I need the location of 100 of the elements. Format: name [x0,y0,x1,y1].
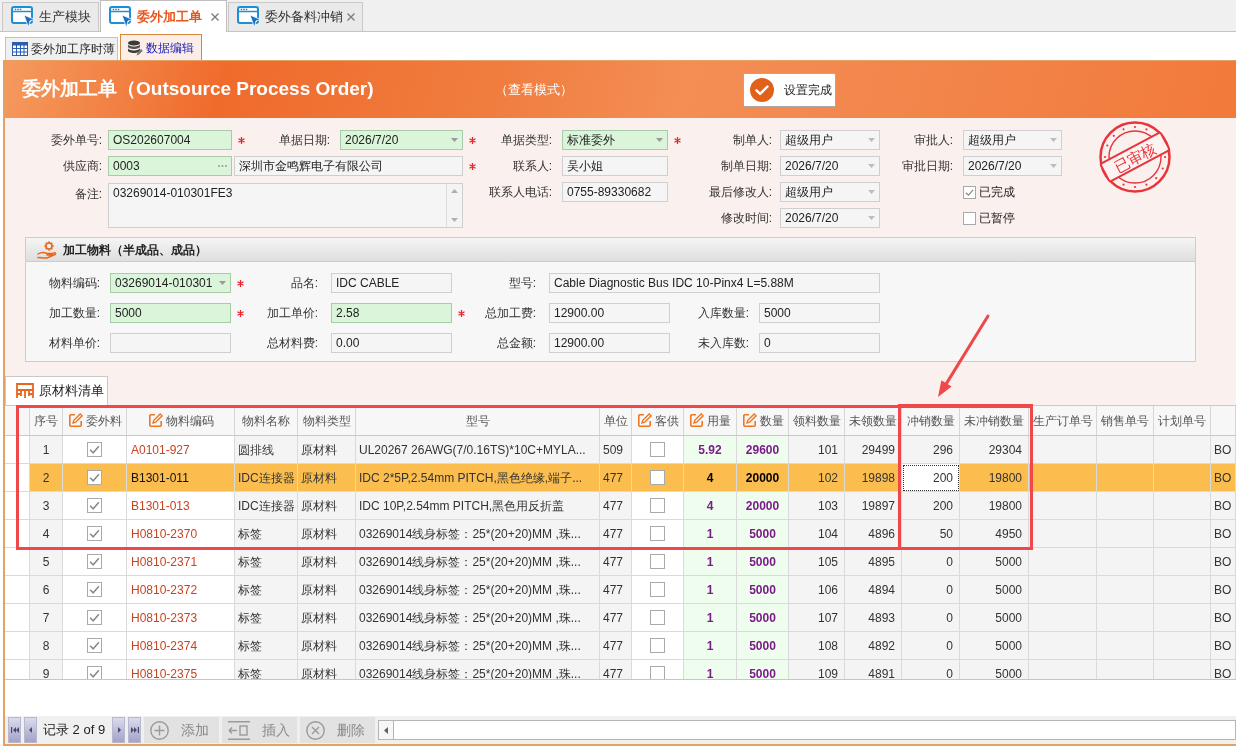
lookup-field[interactable]: 0003 [108,156,232,176]
column-header[interactable]: 物料名称 [235,406,298,435]
column-header[interactable]: 委外料 [63,406,127,435]
dropdown-field[interactable]: 03269014-010301 [110,273,231,293]
column-header[interactable]: 物料编码 [127,406,235,435]
dropdown-field[interactable]: 2026/7/20 [340,130,463,150]
column-header[interactable]: 序号 [30,406,63,435]
horizontal-scrollbar[interactable] [378,720,1236,740]
column-header[interactable]: 物料类型 [298,406,356,435]
text-field[interactable]: 吴小姐 [562,156,668,176]
table-cell: 8 [30,632,63,660]
text-field[interactable]: 12900.00 [549,333,670,353]
checkbox[interactable] [87,498,102,513]
column-header[interactable]: 销售单号 [1097,406,1154,435]
table-row[interactable]: 6 H0810-2372 标签 原材料 03269014线身标签：25*(20+20)MM ,珠... 477 1 5000 106 4894 0 5000 BO [5,576,1236,604]
dropdown-field[interactable]: 超级用户 [780,182,880,202]
text-field[interactable]: 2.58 [331,303,452,323]
table-cell: 296 [902,436,960,464]
table-row[interactable]: 4 H0810-2370 标签 原材料 03269014线身标签：25*(20+20)MM ,珠... 477 1 5000 104 4896 50 4950 BO [5,520,1236,548]
page-title: 委外加工单（Outsource Process Order) [21,77,375,102]
next-button[interactable] [112,717,125,743]
table-row[interactable]: 2 B1301-011 IDC连接器 原材料 IDC 2*5P,2.54mm PITCH,黑色绝缘,端子... 477 4 20000 102 19898 200 19800 BO [5,464,1236,492]
table-cell: 03269014线身标签：25*(20+20)MM ,珠... [356,520,600,548]
close-icon[interactable] [347,13,355,21]
text-field[interactable]: IDC CABLE [331,273,452,293]
tab[interactable]: 委外加工单 [100,0,227,32]
checkbox[interactable] [650,666,665,679]
table-row[interactable]: 3 B1301-013 IDC连接器 原材料 IDC 10P,2.54mm PITCH,黑色用反折盖 477 4 20000 103 19897 200 19800 BO [5,492,1236,520]
checkbox[interactable] [87,554,102,569]
text-field[interactable]: 5000 [759,303,880,323]
checkbox[interactable] [963,185,976,199]
dropdown-field[interactable]: 2026/7/20 [963,156,1062,176]
table-row[interactable]: 5 H0810-2371 标签 原材料 03269014线身标签：25*(20+20)MM ,珠... 477 1 5000 105 4895 0 5000 BO [5,548,1236,576]
table-cell: 标签 [235,548,298,576]
first-button[interactable] [8,717,21,743]
checkbox[interactable] [87,638,102,653]
text-field[interactable]: Cable Diagnostic Bus IDC 10-Pinx4 L=5.88M [549,273,880,293]
checkbox[interactable] [650,470,665,485]
checkbox[interactable] [650,638,665,653]
complete-button[interactable]: 设置完成 [743,72,836,107]
column-header[interactable]: 未冲销数量 [960,406,1029,435]
edit-icon [67,413,83,428]
checkbox[interactable] [963,211,976,225]
field-label: 材料单价: [47,335,100,352]
text-field[interactable]: 深圳市金鸣辉电子有限公司 [234,156,463,176]
column-header[interactable]: 计划单号 [1154,406,1211,435]
text-field[interactable] [110,333,231,353]
text-field[interactable]: OS202607004 [108,130,232,150]
close-icon[interactable] [211,12,219,21]
checkbox[interactable] [650,442,665,457]
column-header[interactable]: 冲销数量 [902,406,960,435]
dropdown-field[interactable]: 超级用户 [780,130,880,150]
column-header[interactable]: 数量 [737,406,789,435]
app-window-icon [109,5,133,28]
tab[interactable]: 原材料清单 [5,376,108,405]
column-header[interactable]: 型号 [356,406,600,435]
dropdown-field[interactable]: 2026/7/20 [780,208,880,228]
text-field[interactable]: 0.00 [331,333,452,353]
text-field[interactable]: 0755-89330682 [562,182,668,202]
tab[interactable]: 委外加工序时薄 [5,37,118,60]
column-header[interactable]: 客供 [632,406,684,435]
column-header[interactable]: 生产订单号 [1029,406,1097,435]
table-cell: B1301-013 [127,492,235,520]
checkbox[interactable] [650,526,665,541]
table-cell: 5000 [737,520,789,548]
checkbox[interactable] [650,610,665,625]
caret-icon [656,138,663,142]
column-header[interactable]: 单位 [600,406,632,435]
checkbox[interactable] [650,582,665,597]
checkbox[interactable] [87,582,102,597]
checkbox[interactable] [87,442,102,457]
column-header[interactable]: 领料数量 [789,406,845,435]
checkbox[interactable] [87,526,102,541]
checkbox[interactable] [650,554,665,569]
memo-field[interactable]: 03269014-010301FE3 [108,183,463,228]
table-row[interactable]: 7 H0810-2373 标签 原材料 03269014线身标签：25*(20+20)MM ,珠... 477 1 5000 107 4893 0 5000 BO [5,604,1236,632]
column-header[interactable]: 用量 [684,406,737,435]
tab[interactable]: 生产模块 [2,2,99,31]
table-cell: 5000 [737,576,789,604]
text-field[interactable]: 0 [759,333,880,353]
dropdown-field[interactable]: 超级用户 [963,130,1062,150]
checkbox[interactable] [650,498,665,513]
checkbox[interactable] [87,470,102,485]
tab[interactable]: 数据编辑 [120,34,202,60]
checkbox[interactable] [87,610,102,625]
column-header[interactable]: 未领数量 [845,406,902,435]
table-cell: 50 [902,520,960,548]
text-field[interactable]: 12900.00 [549,303,670,323]
dropdown-field[interactable]: 2026/7/20 [780,156,880,176]
dropdown-field[interactable]: 标准委外 [562,130,668,150]
last-button[interactable] [128,717,141,743]
previous-button[interactable] [24,717,37,743]
text-field[interactable]: 5000 [110,303,231,323]
table-cell: 0 [902,632,960,660]
table-row[interactable]: 8 H0810-2374 标签 原材料 03269014线身标签：25*(20+20)MM ,珠... 477 1 5000 108 4892 0 5000 BO [5,632,1236,660]
table-row[interactable]: 1 A0101-927 圆排线 原材料 UL20267 26AWG(7/0.16TS)*10C+MYLA... 509 5.92 29600 101 29499 296 29304 BO [5,436,1236,464]
tab[interactable]: 委外备料冲销 [228,2,363,31]
table-cell: BO [1211,604,1236,632]
table-cell: 200 [902,492,960,520]
checkbox[interactable] [87,666,102,679]
